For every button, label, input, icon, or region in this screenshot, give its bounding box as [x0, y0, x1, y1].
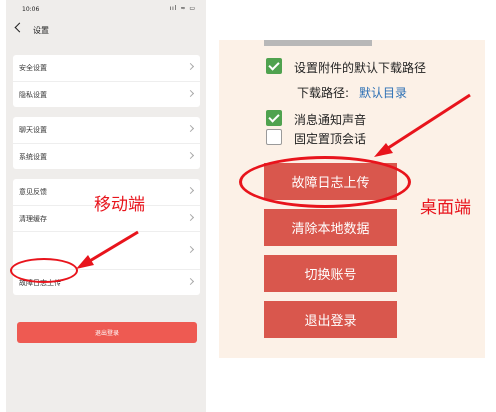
notify-sound-checkbox[interactable] [266, 110, 282, 126]
settings-item-label: 系统设置 [19, 153, 47, 161]
status-time: 10:06 [22, 6, 40, 13]
settings-item-label: 隐私设置 [19, 91, 47, 99]
pin-chat-label: 固定置顶会话 [294, 132, 367, 146]
back-arrow-icon[interactable] [14, 22, 25, 33]
settings-item-label: 聊天设置 [19, 126, 47, 134]
status-bar: 10:06 ııl ≈ ▭ [6, 0, 206, 18]
settings-item-label: 意见反馈 [19, 188, 47, 196]
settings-group-1: 安全设置 隐私设置 [13, 55, 200, 107]
download-path-label: 下载路径: [297, 86, 350, 100]
chevron-right-icon [186, 277, 195, 286]
logout-button-desktop[interactable]: 退出登录 [264, 301, 397, 338]
notify-sound-label: 消息通知声音 [294, 113, 367, 127]
download-path-option-label: 设置附件的默认下载路径 [294, 61, 427, 75]
settings-item-system[interactable]: 系统设置 [13, 143, 200, 169]
status-icons: ııl ≈ ▭ [169, 5, 196, 12]
download-path-link[interactable]: 默认目录 [359, 84, 407, 101]
switch-account-button[interactable]: 切换账号 [264, 255, 397, 292]
chevron-right-icon [186, 186, 195, 195]
highlight-ellipse-mobile [10, 258, 78, 283]
chevron-right-icon [186, 124, 195, 133]
download-path-checkbox[interactable] [266, 58, 282, 74]
logout-button-mobile[interactable]: 退出登录 [17, 322, 197, 343]
chevron-right-icon [186, 89, 195, 98]
annotation-label-desktop: 桌面端 [420, 198, 471, 218]
settings-item-label: 安全设置 [19, 64, 47, 72]
settings-item-security[interactable]: 安全设置 [13, 55, 200, 81]
settings-group-2: 聊天设置 系统设置 [13, 117, 200, 169]
chevron-right-icon [186, 62, 195, 71]
pin-chat-checkbox[interactable] [266, 129, 282, 145]
chevron-right-icon [186, 245, 195, 254]
highlight-ellipse-desktop [239, 156, 411, 208]
settings-item-privacy[interactable]: 隐私设置 [13, 81, 200, 107]
scroll-edge-bar [264, 40, 372, 46]
settings-item-label: 清理缓存 [19, 215, 47, 223]
chevron-right-icon [186, 213, 195, 222]
nav-bar: 设置 [6, 18, 206, 42]
settings-item-chat[interactable]: 聊天设置 [13, 117, 200, 143]
clear-local-data-button[interactable]: 清除本地数据 [264, 209, 397, 246]
annotation-label-mobile: 移动端 [94, 195, 145, 215]
chevron-right-icon [186, 151, 195, 160]
page-title: 设置 [33, 26, 49, 35]
